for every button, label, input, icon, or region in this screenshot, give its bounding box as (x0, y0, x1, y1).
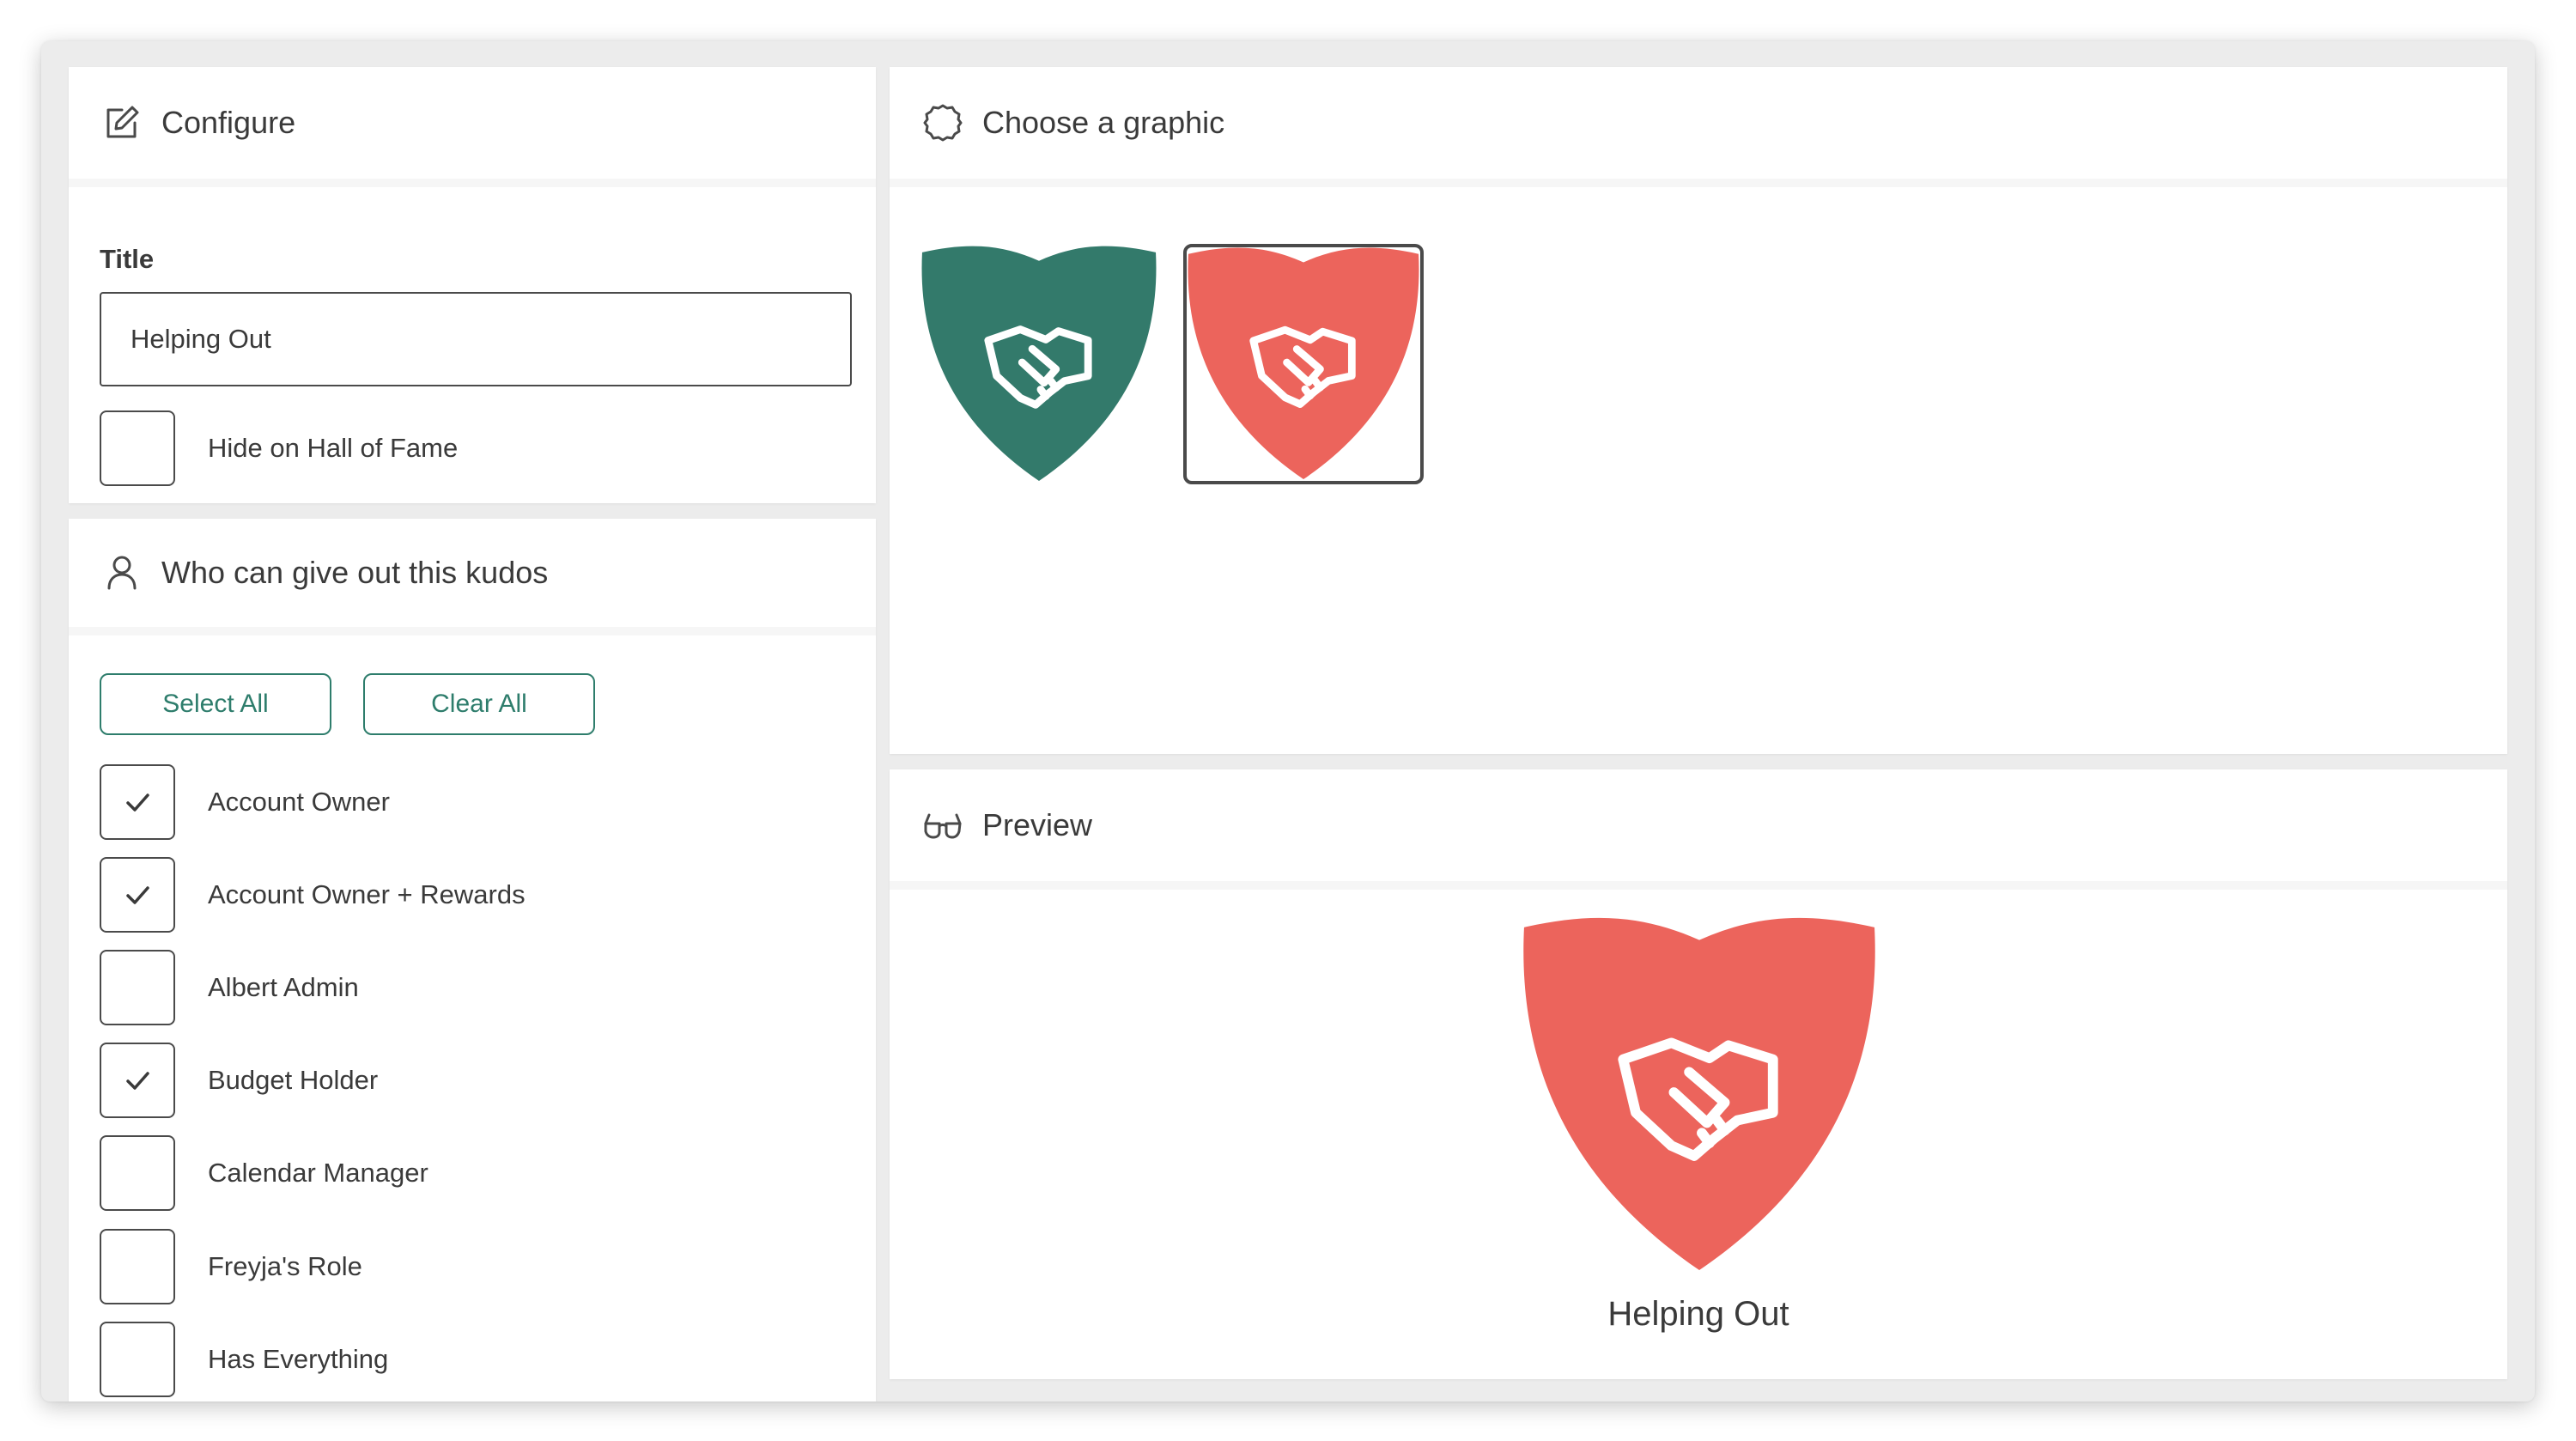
select-all-button[interactable]: Select All (100, 673, 331, 735)
role-checkbox[interactable] (100, 950, 175, 1025)
clear-all-button[interactable]: Clear All (363, 673, 595, 735)
role-row[interactable]: Account Owner (100, 764, 390, 840)
preview-badge (1522, 917, 1877, 1273)
preview-card: Preview Helping Out (890, 769, 2507, 1379)
preview-title-header: Preview (982, 807, 1093, 842)
shield-preview-icon (1523, 917, 1875, 1271)
app-frame: Configure Title Hide on Hall of Fame Who… (41, 41, 2535, 1401)
glasses-icon (924, 813, 962, 839)
role-checkbox[interactable] (100, 1043, 175, 1118)
hide-hall-of-fame-checkbox[interactable] (100, 410, 175, 486)
role-label: Account Owner + Rewards (208, 879, 526, 909)
configure-title: Configure (161, 105, 296, 140)
configure-card: Configure Title Hide on Hall of Fame (69, 67, 876, 503)
role-checkbox[interactable] (100, 1135, 175, 1211)
role-checkbox[interactable] (100, 857, 175, 933)
graphic-option-red[interactable] (1183, 244, 1424, 484)
preview-header: Preview (890, 769, 2507, 890)
shield-green-icon (921, 246, 1157, 482)
role-row[interactable]: Budget Holder (100, 1043, 378, 1118)
role-row[interactable]: Calendar Manager (100, 1135, 428, 1211)
preview-badge-title: Helping Out (1607, 1295, 1789, 1333)
choose-graphic-card: Choose a graphic (890, 67, 2507, 754)
role-label: Albert Admin (208, 972, 359, 1002)
checkmark-icon (126, 886, 149, 904)
hide-hall-of-fame-row[interactable]: Hide on Hall of Fame (100, 410, 458, 486)
role-checkbox[interactable] (100, 1229, 175, 1304)
role-label: Account Owner (208, 787, 390, 817)
role-label: Budget Holder (208, 1065, 379, 1095)
graphic-option-green[interactable] (919, 244, 1159, 484)
edit-icon (106, 106, 139, 138)
checkmark-icon (126, 793, 149, 812)
user-icon (107, 556, 137, 590)
role-row[interactable]: Albert Admin (100, 950, 359, 1025)
hide-hall-of-fame-label: Hide on Hall of Fame (208, 433, 459, 463)
choose-graphic-header: Choose a graphic (890, 67, 2507, 187)
role-label: Has Everything (208, 1344, 389, 1374)
shield-red-icon (1188, 247, 1419, 480)
role-row[interactable]: Account Owner + Rewards (100, 857, 526, 933)
role-label: Freyja's Role (208, 1251, 362, 1281)
title-label: Title (100, 244, 155, 274)
configure-header: Configure (69, 67, 876, 187)
who-can-give-title: Who can give out this kudos (161, 555, 549, 590)
role-checkbox[interactable] (100, 1322, 175, 1397)
role-checkbox[interactable] (100, 764, 175, 840)
role-label: Calendar Manager (208, 1158, 428, 1188)
badge-outline-icon (923, 104, 963, 142)
who-can-give-header: Who can give out this kudos (69, 519, 876, 635)
role-row[interactable]: Freyja's Role (100, 1229, 362, 1304)
checkmark-icon (126, 1072, 149, 1090)
role-row[interactable]: Has Everything (100, 1322, 388, 1397)
title-input[interactable] (100, 292, 852, 386)
choose-graphic-title: Choose a graphic (982, 105, 1225, 140)
